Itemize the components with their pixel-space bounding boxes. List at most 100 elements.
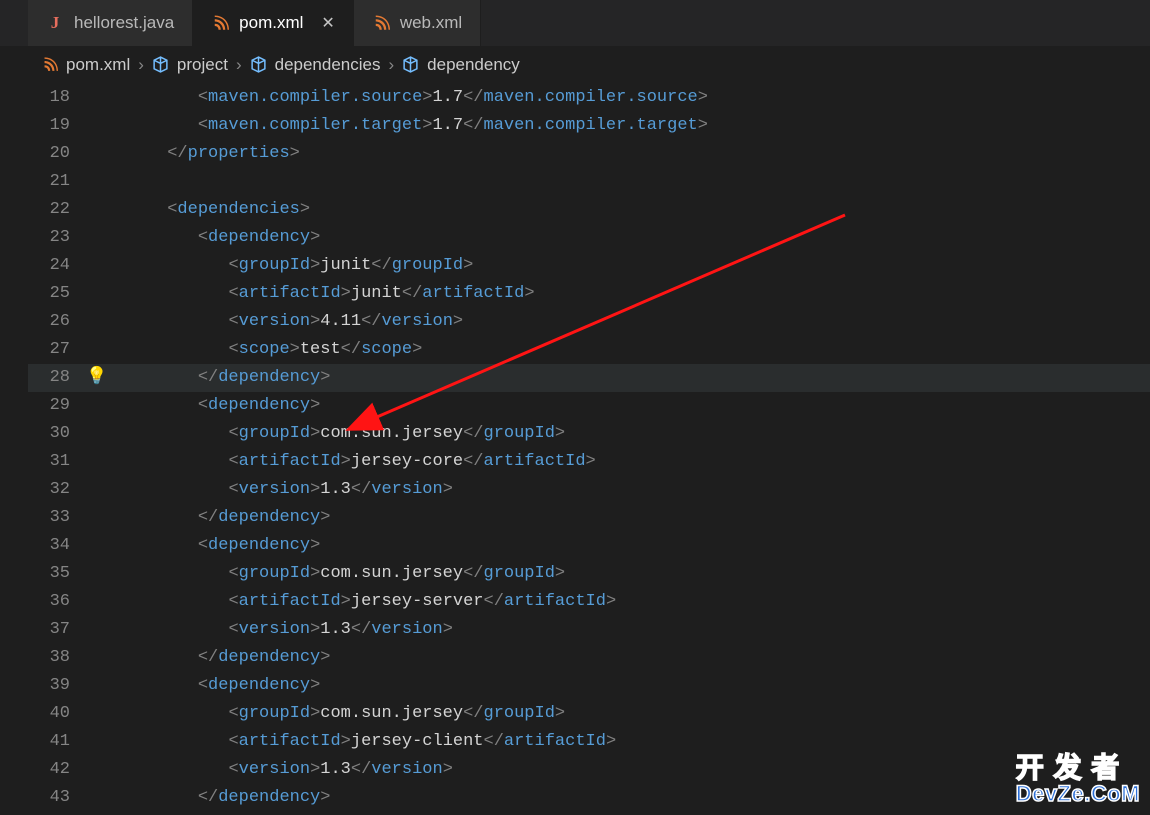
code-line[interactable]: <maven.compiler.target>1.7</maven.compil… — [106, 112, 1150, 140]
left-margin — [0, 84, 28, 815]
fold-gutter-cell[interactable] — [88, 476, 106, 504]
line-number[interactable]: 43 — [28, 784, 70, 812]
tab-label: hellorest.java — [74, 13, 174, 33]
fold-gutter-cell[interactable] — [88, 504, 106, 532]
fold-column[interactable]: 💡 — [88, 84, 106, 815]
code-line[interactable]: <artifactId>jersey-core</artifactId> — [106, 448, 1150, 476]
fold-gutter-cell[interactable] — [88, 616, 106, 644]
fold-gutter-cell[interactable] — [88, 392, 106, 420]
code-area[interactable]: <maven.compiler.source>1.7</maven.compil… — [106, 84, 1150, 815]
line-number-gutter[interactable]: 1819202122232425262728293031323334353637… — [28, 84, 88, 815]
line-number[interactable]: 26 — [28, 308, 70, 336]
code-line[interactable]: <version>1.3</version> — [106, 476, 1150, 504]
fold-gutter-cell[interactable] — [88, 700, 106, 728]
xml-file-icon — [372, 14, 390, 32]
code-line[interactable]: <artifactId>jersey-client</artifactId> — [106, 728, 1150, 756]
line-number[interactable]: 23 — [28, 224, 70, 252]
fold-gutter-cell[interactable] — [88, 84, 106, 112]
fold-gutter-cell[interactable] — [88, 140, 106, 168]
tab-label: web.xml — [400, 13, 462, 33]
line-number[interactable]: 29 — [28, 392, 70, 420]
line-number[interactable]: 42 — [28, 756, 70, 784]
fold-gutter-cell[interactable] — [88, 560, 106, 588]
tab-pom-xml[interactable]: pom.xml✕ — [193, 0, 354, 46]
fold-gutter-cell[interactable] — [88, 784, 106, 812]
fold-gutter-cell[interactable] — [88, 112, 106, 140]
tab-hellorest-java[interactable]: Jhellorest.java — [28, 0, 193, 46]
breadcrumb-item[interactable]: pom.xml — [40, 55, 130, 75]
line-number[interactable]: 41 — [28, 728, 70, 756]
line-number[interactable]: 20 — [28, 140, 70, 168]
line-number[interactable]: 32 — [28, 476, 70, 504]
line-number[interactable]: 37 — [28, 616, 70, 644]
line-number[interactable]: 18 — [28, 84, 70, 112]
fold-gutter-cell[interactable] — [88, 420, 106, 448]
tab-web-xml[interactable]: web.xml — [354, 0, 481, 46]
code-line[interactable]: <dependency> — [106, 672, 1150, 700]
fold-gutter-cell[interactable] — [88, 280, 106, 308]
fold-gutter-cell[interactable] — [88, 756, 106, 784]
fold-gutter-cell[interactable] — [88, 308, 106, 336]
line-number[interactable]: 24 — [28, 252, 70, 280]
fold-gutter-cell[interactable] — [88, 728, 106, 756]
line-number[interactable]: 30 — [28, 420, 70, 448]
close-icon[interactable]: ✕ — [313, 13, 334, 33]
code-line[interactable] — [106, 168, 1150, 196]
code-line[interactable]: <artifactId>jersey-server</artifactId> — [106, 588, 1150, 616]
breadcrumb-item[interactable]: project — [152, 55, 228, 75]
breadcrumb: pom.xml›project›dependencies›dependency — [0, 46, 1150, 84]
code-line[interactable]: <dependency> — [106, 392, 1150, 420]
code-line[interactable]: </properties> — [106, 140, 1150, 168]
code-line[interactable]: <groupId>com.sun.jersey</groupId> — [106, 420, 1150, 448]
code-line[interactable]: </dependency> — [106, 364, 1150, 392]
breadcrumb-item[interactable]: dependency — [402, 55, 520, 75]
code-line[interactable]: </dependency> — [106, 644, 1150, 672]
line-number[interactable]: 21 — [28, 168, 70, 196]
code-line[interactable]: <artifactId>junit</artifactId> — [106, 280, 1150, 308]
fold-gutter-cell[interactable] — [88, 224, 106, 252]
breadcrumb-label: project — [177, 55, 228, 75]
fold-gutter-cell[interactable] — [88, 448, 106, 476]
fold-gutter-cell[interactable]: 💡 — [88, 364, 106, 392]
code-line[interactable]: <groupId>junit</groupId> — [106, 252, 1150, 280]
line-number[interactable]: 33 — [28, 504, 70, 532]
fold-gutter-cell[interactable] — [88, 644, 106, 672]
fold-gutter-cell[interactable] — [88, 336, 106, 364]
line-number[interactable]: 35 — [28, 560, 70, 588]
line-number[interactable]: 34 — [28, 532, 70, 560]
code-line[interactable]: <dependency> — [106, 224, 1150, 252]
fold-gutter-cell[interactable] — [88, 672, 106, 700]
line-number[interactable]: 40 — [28, 700, 70, 728]
code-line[interactable]: <groupId>com.sun.jersey</groupId> — [106, 700, 1150, 728]
code-line[interactable]: <scope>test</scope> — [106, 336, 1150, 364]
code-line[interactable]: </dependency> — [106, 784, 1150, 812]
line-number[interactable]: 38 — [28, 644, 70, 672]
package-icon — [152, 56, 169, 73]
fold-gutter-cell[interactable] — [88, 196, 106, 224]
code-line[interactable]: <version>4.11</version> — [106, 308, 1150, 336]
lightbulb-icon[interactable]: 💡 — [88, 364, 106, 392]
fold-gutter-cell[interactable] — [88, 252, 106, 280]
line-number[interactable]: 39 — [28, 672, 70, 700]
line-number[interactable]: 22 — [28, 196, 70, 224]
line-number[interactable]: 36 — [28, 588, 70, 616]
editor[interactable]: 1819202122232425262728293031323334353637… — [0, 84, 1150, 815]
fold-gutter-cell[interactable] — [88, 588, 106, 616]
tab-bar: Jhellorest.javapom.xml✕ web.xml — [0, 0, 1150, 46]
package-icon — [250, 56, 267, 73]
code-line[interactable]: <maven.compiler.source>1.7</maven.compil… — [106, 84, 1150, 112]
fold-gutter-cell[interactable] — [88, 168, 106, 196]
code-line[interactable]: <version>1.3</version> — [106, 756, 1150, 784]
code-line[interactable]: <version>1.3</version> — [106, 616, 1150, 644]
fold-gutter-cell[interactable] — [88, 532, 106, 560]
line-number[interactable]: 19 — [28, 112, 70, 140]
line-number[interactable]: 25 — [28, 280, 70, 308]
line-number[interactable]: 31 — [28, 448, 70, 476]
code-line[interactable]: <groupId>com.sun.jersey</groupId> — [106, 560, 1150, 588]
code-line[interactable]: <dependencies> — [106, 196, 1150, 224]
line-number[interactable]: 27 — [28, 336, 70, 364]
code-line[interactable]: </dependency> — [106, 504, 1150, 532]
code-line[interactable]: <dependency> — [106, 532, 1150, 560]
breadcrumb-item[interactable]: dependencies — [250, 55, 381, 75]
line-number[interactable]: 28 — [28, 364, 70, 392]
